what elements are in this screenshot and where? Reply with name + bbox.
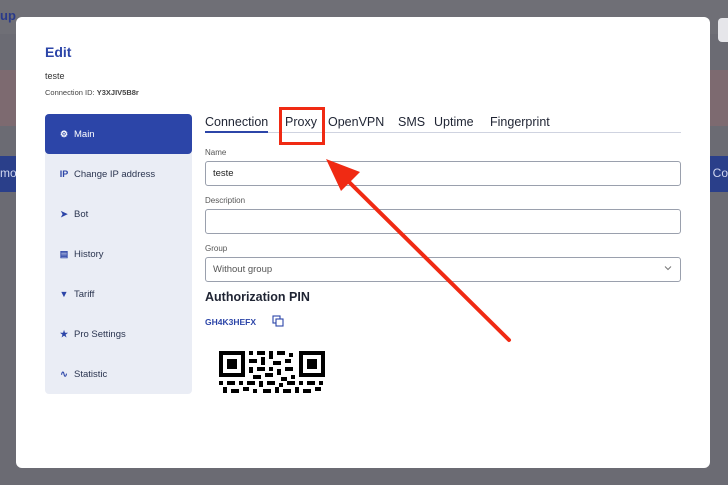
name-input[interactable]: teste [205,161,681,186]
sidebar-item-change-ip[interactable]: IP Change IP address [45,154,192,194]
tab-openvpn[interactable]: OpenVPN [328,115,384,129]
sidebar-item-statistic[interactable]: ∿ Statistic [45,354,192,394]
sidebar: ⚙ Main IP Change IP address ➤ Bot ▤ Hist… [45,114,192,394]
sidebar-item-label: Pro Settings [74,328,126,340]
background-nav-right: Co [712,166,728,180]
sidebar-item-pro-settings[interactable]: ★ Pro Settings [45,314,192,354]
ip-icon: IP [59,169,69,179]
sidebar-item-label: Bot [74,208,89,220]
document-icon: ▤ [59,248,69,259]
group-label: Group [205,244,228,253]
background-button [718,18,728,42]
tab-connection[interactable]: Connection [205,115,269,133]
annotation-highlight-box [279,107,325,145]
description-input[interactable] [205,209,681,234]
description-label: Description [205,196,246,205]
tab-sms[interactable]: SMS [398,115,425,129]
connection-name: teste [45,71,65,81]
modal-title: Edit [45,44,72,60]
tab-fingerprint[interactable]: Fingerprint [490,115,550,129]
sidebar-item-main[interactable]: ⚙ Main [45,114,192,154]
group-value: Without group [213,264,273,275]
sidebar-item-label: Tariff [74,288,95,300]
qr-code [219,351,325,393]
connection-id-label: Connection ID: [45,88,95,97]
sidebar-item-tariff[interactable]: ▼ Tariff [45,274,192,314]
gear-icon: ⚙ [59,128,69,139]
background-nav-left: mo [0,166,17,180]
background-title: up [0,8,16,23]
sidebar-item-label: Main [74,128,95,140]
tab-bar: Connection Proxy OpenVPN SMS Uptime Fing… [205,113,681,133]
chevron-down-icon [664,266,672,271]
pin-code: GH4K3HEFX [205,317,257,327]
connection-id-value: Y3XJIV5B8r [96,88,139,97]
pulse-icon: ∿ [60,368,68,379]
connection-id: Connection ID: Y3XJIV5B8r [45,88,139,97]
tab-uptime[interactable]: Uptime [434,115,474,129]
name-value: teste [213,168,234,179]
copy-icon[interactable] [272,315,284,327]
sidebar-item-label: History [74,248,104,260]
edit-modal: Edit teste Connection ID: Y3XJIV5B8r ⚙ M… [16,17,710,468]
name-label: Name [205,148,227,157]
send-icon: ➤ [60,208,68,219]
sidebar-item-history[interactable]: ▤ History [45,234,192,274]
star-icon: ★ [59,328,69,339]
sidebar-item-label: Statistic [74,368,108,380]
sidebar-item-bot[interactable]: ➤ Bot [45,194,192,234]
basket-icon: ▼ [59,289,69,299]
group-select[interactable]: Without group [205,257,681,282]
pin-title: Authorization PIN [205,290,310,304]
sidebar-item-label: Change IP address [74,168,156,180]
